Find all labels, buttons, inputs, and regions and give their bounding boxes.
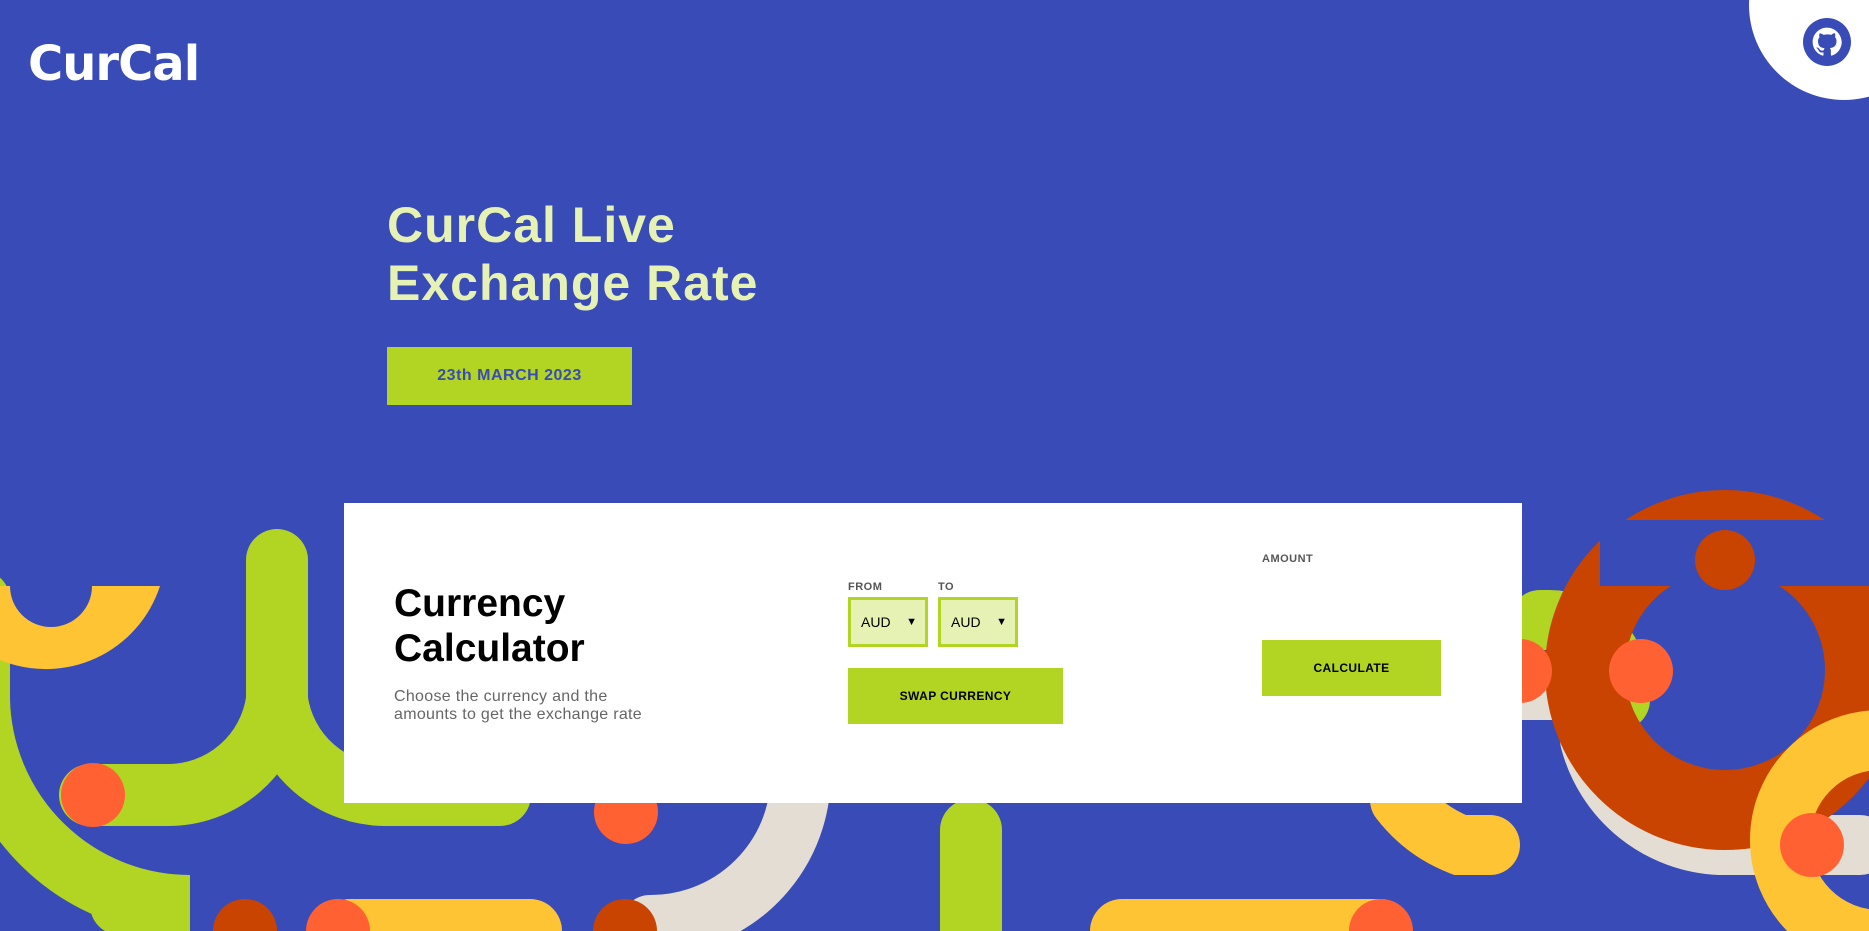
calculator-subtitle: Choose the currency and the amounts to g… (394, 688, 642, 723)
calculator-title-line2: Calculator (394, 627, 585, 670)
hero-title: CurCal Live Exchange Rate (387, 196, 807, 312)
calculator-title-line1: Currency (394, 582, 566, 625)
currency-calculator-card: Currency Calculator Choose the currency … (344, 503, 1522, 803)
hero-section: CurCal Live Exchange Rate (387, 196, 807, 312)
curcal-logo[interactable]: CurCal (28, 36, 200, 92)
github-icon[interactable] (1803, 18, 1851, 66)
calculator-title: Currency Calculator (394, 581, 714, 671)
to-label: TO (938, 581, 955, 593)
to-currency-value: AUD (951, 614, 981, 630)
chevron-down-icon: ▼ (906, 616, 917, 628)
from-currency-select[interactable]: AUD ▼ (848, 597, 928, 647)
hero-title-line1: CurCal Live (387, 197, 676, 253)
calculate-button[interactable]: CALCULATE (1262, 640, 1441, 696)
swap-currency-button[interactable]: SWAP CURRENCY (848, 668, 1063, 724)
deco-orange-dot (61, 763, 125, 827)
hero-title-line2: Exchange Rate (387, 255, 759, 311)
github-icon-glyph (1812, 27, 1842, 56)
chevron-down-icon: ▼ (996, 616, 1007, 628)
date-badge[interactable]: 23th MARCH 2023 (387, 347, 632, 405)
to-currency-select[interactable]: AUD ▼ (938, 597, 1018, 647)
from-label: FROM (848, 581, 883, 593)
from-currency-value: AUD (861, 614, 891, 630)
amount-label: AMOUNT (1262, 553, 1314, 565)
